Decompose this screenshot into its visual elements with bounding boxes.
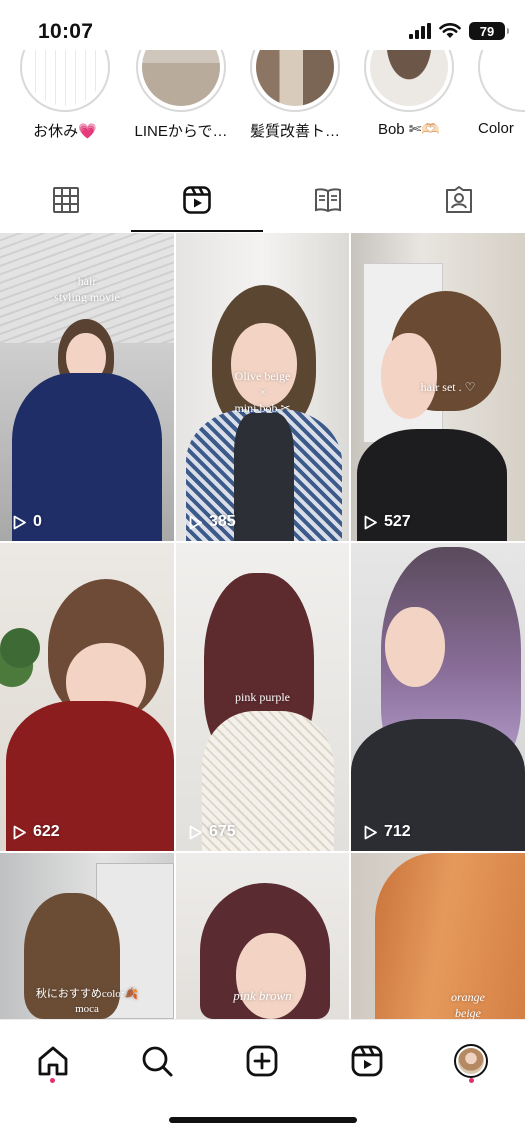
guide-icon [315,188,342,213]
play-icon [189,825,202,839]
play-icon [364,825,377,839]
tagged-icon [446,186,473,213]
nav-search[interactable] [130,1034,184,1088]
highlight-cover [20,50,110,112]
play-icon [364,515,377,529]
highlight-cover [250,50,340,112]
highlight-label: Bob ✄🫶🏻 [377,121,441,138]
view-count: 675 [209,823,236,840]
highlight-item[interactable]: Color [466,50,525,137]
grid-icon [52,187,79,213]
highlight-item[interactable]: お休み💗 [6,50,124,141]
create-icon [246,1045,278,1077]
play-icon [13,825,26,839]
reel-thumbnail[interactable]: Olive beige × mini bob ✂ 385 [176,233,349,541]
reel-thumbnail[interactable]: pink brown [176,853,349,1019]
reel-caption: hair styling movie [54,274,120,305]
reel-view-count: 527 [363,513,411,531]
view-count: 622 [33,823,60,840]
reels-icon [183,186,211,214]
notification-dot [50,1078,55,1083]
highlight-cover [136,50,226,112]
highlight-label: LINEからで… [134,123,228,140]
reel-caption: pink purple [235,690,290,704]
reel-thumbnail[interactable]: 秋におすすめcolor🍂 moca [0,853,174,1019]
reel-view-count: 385 [188,513,236,531]
highlight-cover [478,50,525,112]
story-highlights: お休み💗 LINEからで… 髪質改善ト… Bob ✄🫶🏻 Color [0,50,525,155]
nav-reels[interactable] [340,1034,394,1088]
reel-thumbnail[interactable]: hair styling movie 0 [0,233,174,541]
reel-thumbnail[interactable]: 712 [351,543,525,851]
wifi-icon [439,23,461,38]
highlight-label: お休み💗 [33,123,97,140]
reel-caption: Olive beige × mini bob ✂ [234,369,291,416]
play-icon [189,515,202,529]
reels-nav-icon [351,1045,383,1077]
reel-view-count: 0 [12,513,42,531]
reel-view-count: 712 [363,823,411,841]
reel-caption: hair set . ♡ [420,380,476,394]
tab-posts-grid[interactable] [0,168,131,232]
reel-thumbnail[interactable]: hair set . ♡ 527 [351,233,525,541]
nav-create[interactable] [235,1034,289,1088]
reel-caption: orange beige [451,990,485,1019]
tab-reels[interactable] [131,168,263,232]
battery-indicator: 79 [469,22,509,40]
reels-grid: hair styling movie 0 Olive beige × mini bob… [0,233,525,1019]
signal-icon [409,23,431,39]
view-count: 527 [384,513,411,530]
highlight-label: 髪質改善ト… [249,123,340,140]
reel-thumbnail[interactable]: pink purple 675 [176,543,349,851]
view-count: 385 [209,513,236,530]
home-icon [38,1046,68,1076]
status-icons: 79 [409,22,509,40]
view-count: 712 [384,823,411,840]
profile-avatar [454,1044,488,1078]
view-count: 0 [33,513,42,530]
status-time: 10:07 [38,20,94,43]
highlight-cover [364,50,454,112]
reel-caption: pink brown [233,988,292,1003]
reel-thumbnail[interactable]: 622 [0,543,174,851]
highlight-item[interactable]: LINEからで… [122,50,240,141]
highlight-item[interactable]: 髪質改善ト… [236,50,354,141]
search-icon [142,1046,173,1077]
notification-dot [469,1078,474,1083]
reel-caption: 秋におすすめcolor🍂 moca [35,988,139,1015]
tab-guides[interactable] [263,168,394,232]
highlight-label: Color [478,120,514,137]
highlight-item[interactable]: Bob ✄🫶🏻 [350,50,468,138]
home-indicator[interactable] [169,1117,357,1123]
reel-thumbnail[interactable]: orange beige [351,853,525,1019]
tab-tagged[interactable] [394,168,525,232]
reel-view-count: 622 [12,823,60,841]
play-icon [13,515,26,529]
reel-view-count: 675 [188,823,236,841]
profile-tabs [0,168,525,232]
